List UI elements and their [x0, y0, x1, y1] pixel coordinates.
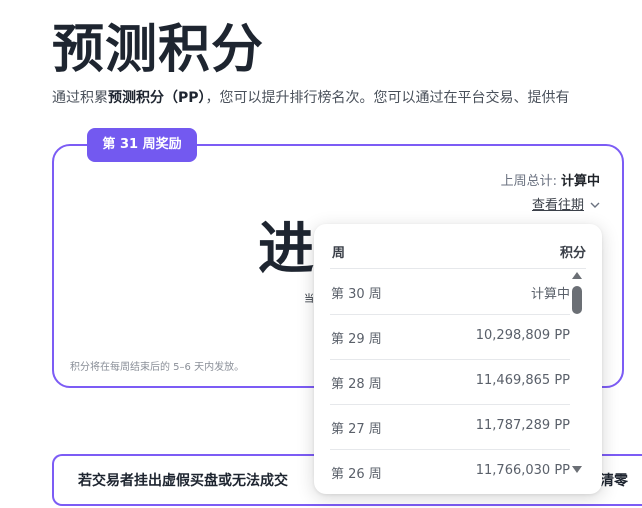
week-points: 11,787,289 PP — [475, 418, 570, 433]
week-row[interactable]: 第 26 周 11,766,030 PP — [330, 449, 570, 494]
past-weeks-dropdown: 周 积分 第 30 周 计算中 第 29 周 10,298,809 PP 第 2… — [314, 224, 602, 494]
page-intro: 通过积累预测积分（PP），您可以提升排行榜名次。您可以通过在平台交易、提供有 — [52, 88, 570, 108]
week-label: 第 27 周 — [331, 422, 382, 437]
week-label: 第 30 周 — [331, 287, 382, 302]
week-points: 计算中 — [530, 287, 570, 302]
reward-status: 进 — [258, 217, 314, 282]
warning-text-tail: 清零 — [600, 473, 628, 489]
intro-pre: 通过积累 — [52, 90, 108, 106]
col-points: 积分 — [559, 246, 586, 261]
last-week-total: 上周总计: 计算中 — [501, 170, 600, 189]
intro-bold: 预测积分（PP） — [108, 90, 206, 106]
week-label: 第 26 周 — [331, 467, 382, 482]
week-points: 11,469,865 PP — [475, 373, 570, 388]
last-week-value: 计算中 — [560, 174, 600, 189]
col-week: 周 — [332, 246, 346, 261]
week-row[interactable]: 第 29 周 10,298,809 PP — [330, 314, 570, 360]
chevron-down-icon[interactable] — [590, 198, 600, 213]
scrollbar-thumb[interactable] — [572, 286, 582, 314]
scroll-down-arrow-icon[interactable] — [572, 466, 582, 473]
page-title: 预测积分 — [52, 20, 265, 80]
distribution-note: 积分将在每周结束后的 5–6 天内发放。 — [70, 362, 245, 373]
week-points: 11,766,030 PP — [475, 463, 570, 478]
week-label: 第 28 周 — [331, 377, 382, 392]
dropdown-header: 周 积分 — [330, 238, 586, 269]
view-past-link[interactable]: 查看往期 — [532, 194, 600, 213]
last-week-label: 上周总计: — [500, 174, 557, 189]
week-points: 10,298,809 PP — [475, 328, 570, 343]
view-past-label[interactable]: 查看往期 — [532, 198, 584, 213]
warning-text: 若交易者挂出虚假买盘或无法成交 — [78, 473, 288, 489]
week-badge: 第 31 周奖励 — [87, 128, 197, 162]
week-row[interactable]: 第 28 周 11,469,865 PP — [330, 359, 570, 405]
week-row[interactable]: 第 27 周 11,787,289 PP — [330, 404, 570, 450]
week-row[interactable]: 第 30 周 计算中 — [330, 269, 570, 315]
week-label: 第 29 周 — [331, 332, 382, 347]
reward-status-sub: 当 — [304, 294, 314, 305]
scroll-up-arrow-icon[interactable] — [572, 272, 582, 279]
intro-post: ，您可以提升排行榜名次。您可以通过在平台交易、提供有 — [205, 90, 570, 106]
